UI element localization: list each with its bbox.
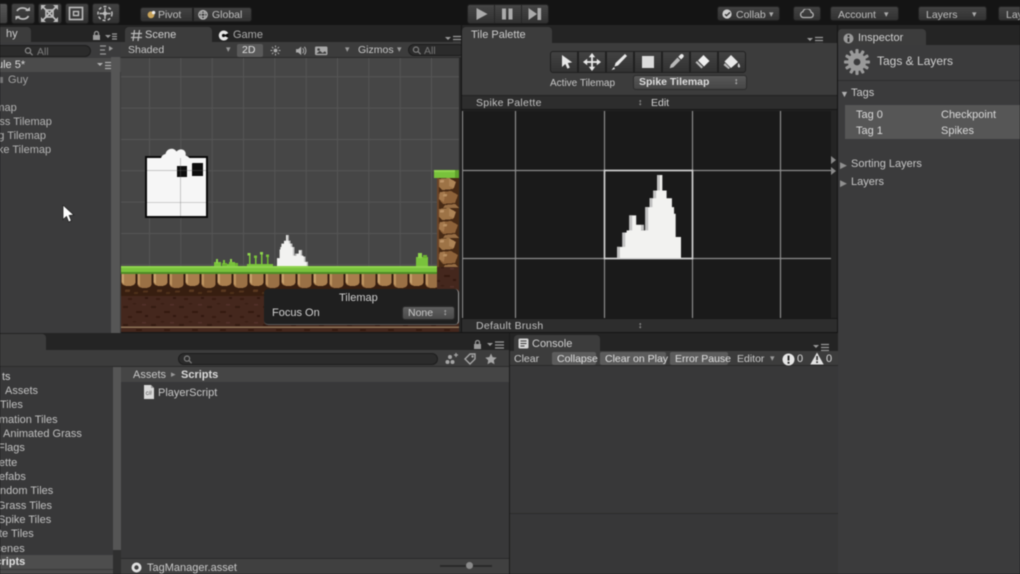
svg-text:c#: c# bbox=[146, 391, 153, 397]
